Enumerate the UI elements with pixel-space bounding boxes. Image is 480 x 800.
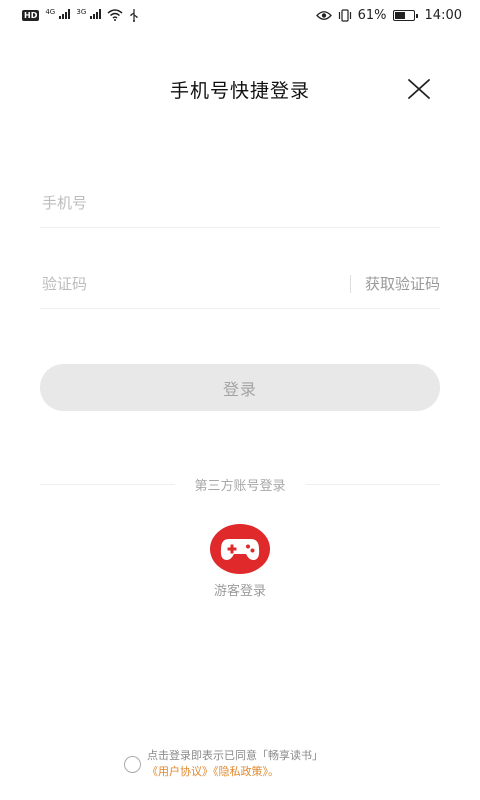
eye-icon [315,10,332,20]
agreement-checkbox[interactable] [124,756,141,773]
network-3g-label: 3G [76,7,87,16]
wifi-icon [107,9,123,21]
signal-3g: 3G [76,7,102,23]
status-bar: HD 4G 3G 61% 14:00 [0,0,480,30]
usb-icon [130,8,139,22]
third-party-label: 第三方账号登录 [194,478,286,494]
agreement-links: 《用户协议》《隐私政策》。 [147,764,323,780]
phone-input[interactable] [40,178,440,227]
network-4g-label: 4G [45,7,56,16]
status-right: 61% 14:00 [315,7,462,23]
agreement-suffix: 。 [268,765,279,778]
battery-level-fill [394,11,405,19]
verification-code-input[interactable] [40,259,350,308]
signal-bars-icon [90,8,102,19]
vibrate-icon [338,8,351,22]
guest-icon-circle [210,524,270,574]
hd-badge: HD [22,9,40,21]
signal-bars-icon [59,8,71,19]
phone-field-row [40,178,440,228]
code-field-row: 获取验证码 [40,259,440,309]
get-code-button[interactable]: 获取验证码 [349,274,440,293]
close-button[interactable] [404,76,434,102]
login-button[interactable]: 登录 [40,364,440,411]
agreement-section: 点击登录即表示已同意「畅享读书」 《用户协议》《隐私政策》。 [124,748,323,780]
third-party-divider: 第三方账号登录 [40,474,441,494]
battery-percent: 61% [357,7,387,23]
gamepad-icon [220,539,260,560]
divider-line [305,483,441,485]
status-left: HD 4G 3G [22,8,139,23]
guest-login-button[interactable]: 游客登录 [200,524,280,599]
close-icon [408,79,430,99]
privacy-policy-link[interactable]: 《隐私政策》 [213,765,268,778]
signal-4g: 4G [45,7,71,23]
agreement-text-block: 点击登录即表示已同意「畅享读书」 《用户协议》《隐私政策》。 [147,748,323,780]
divider-line [40,483,175,485]
user-agreement-link[interactable]: 《用户协议》 [147,765,213,778]
status-time: 14:00 [424,7,462,23]
guest-login-label: 游客登录 [213,584,266,599]
agreement-text: 点击登录即表示已同意「畅享读书」 [147,749,323,762]
battery-icon [392,9,418,21]
